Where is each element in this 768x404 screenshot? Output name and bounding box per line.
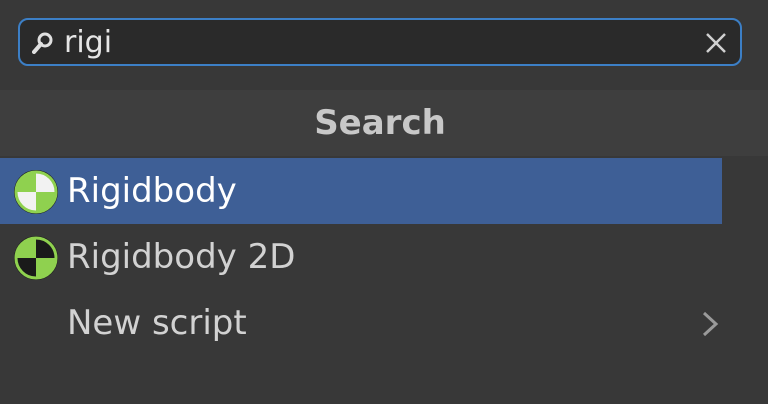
chevron-right-icon: [702, 311, 719, 337]
rigidbody-icon: [14, 170, 58, 214]
list-item-label: New script: [67, 303, 247, 343]
list-item-rigidbody-2d[interactable]: Rigidbody 2D: [0, 224, 722, 290]
list-item-label: Rigidbody: [67, 171, 237, 211]
search-header: Search: [0, 90, 768, 156]
list-item-label: Rigidbody 2D: [67, 237, 296, 277]
rigidbody-2d-icon: [14, 236, 58, 280]
add-component-popup: Search Rigidbody Rigidbody 2: [0, 0, 768, 404]
search-field[interactable]: [18, 18, 742, 66]
search-icon: [32, 32, 53, 54]
search-header-title: Search: [314, 103, 446, 143]
clear-search-icon[interactable]: [704, 31, 728, 55]
search-row: [0, 0, 768, 90]
list-item-rigidbody[interactable]: Rigidbody: [0, 158, 722, 224]
list-item-new-script[interactable]: New script: [0, 290, 722, 356]
search-input[interactable]: [64, 26, 684, 60]
results-list: Rigidbody Rigidbody 2D New script: [0, 158, 768, 356]
